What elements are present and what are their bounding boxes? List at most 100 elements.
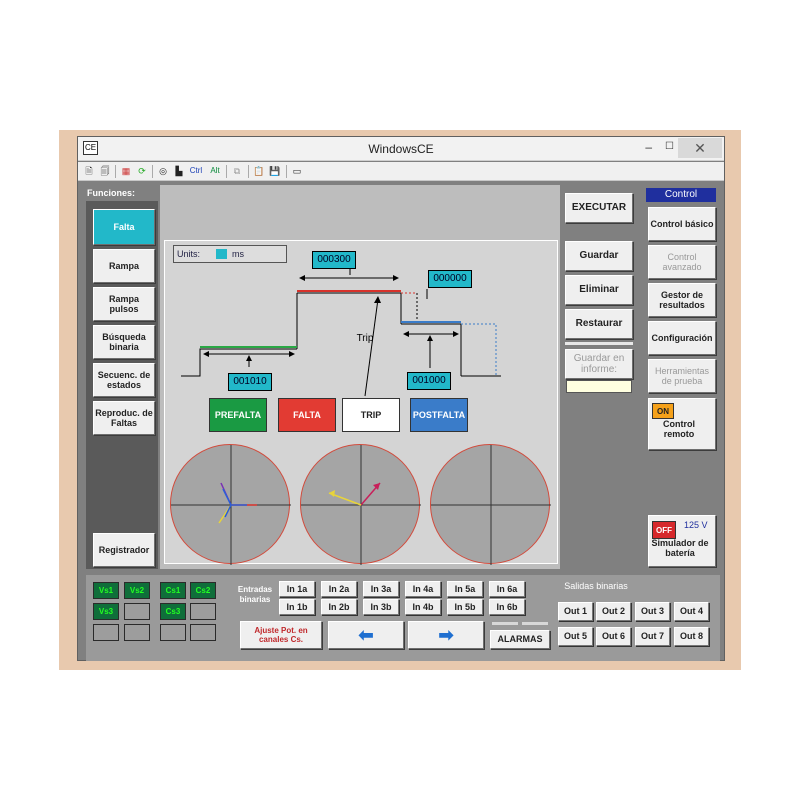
function-falta[interactable]: Falta [93,209,155,245]
battery-toggle[interactable]: OFF [652,521,676,539]
binary-output-2[interactable]: Out 2 [596,602,631,621]
alt-key-icon[interactable]: Alt [208,164,222,178]
toolbar-separator [226,165,227,178]
toolbar-separator [248,165,249,178]
ctrl-key-icon[interactable]: Ctrl [188,164,204,178]
led-empty [124,624,150,641]
toolbar: 🗎 🗐 ▦ ⟳ ◎ ▙ Ctrl Alt ⧉ 📋 💾 ▭ [78,162,724,181]
binary-output-7[interactable]: Out 7 [635,627,670,646]
binary-input-3b[interactable]: In 3b [363,599,399,615]
toolbar-separator [115,165,116,178]
function-busqueda-binaria[interactable]: Búsqueda binaria [93,325,155,359]
binary-output-8[interactable]: Out 8 [674,627,709,646]
led-empty [190,624,216,641]
paste-icon[interactable]: 📋 [252,164,266,178]
led-cs2: Cs2 [190,582,216,599]
led-empty [160,624,186,641]
phasor-prefault-vectors [171,445,291,565]
fault-sequence-diagram: Units: ms Trip 000300 000000 001010 0010… [164,240,558,565]
binary-input-4b[interactable]: In 4b [405,599,441,615]
maximize-button[interactable]: ☐ [665,141,674,152]
led-empty [124,603,150,620]
binary-inputs-label: Entradas binarias [237,585,273,604]
binary-input-2b[interactable]: In 2b [321,599,357,615]
binary-output-6[interactable]: Out 6 [596,627,631,646]
binary-input-1a[interactable]: In 1a [279,581,315,597]
binary-output-4[interactable]: Out 4 [674,602,709,621]
binary-input-5a[interactable]: In 5a [447,581,483,597]
record-icon[interactable]: ▙ [172,164,186,178]
battery-voltage: 125 V [684,520,708,530]
save-icon[interactable]: 💾 [268,164,282,178]
phasor-diagram-prefault [170,444,291,565]
phasor-fault-vectors [301,445,421,565]
phasor-diagram-fault [300,444,421,565]
app-window: CE WindowsCE – ☐ ✕ 🗎 🗐 ▦ ⟳ ◎ ▙ Ctrl Alt … [77,136,725,661]
binary-input-3a[interactable]: In 3a [363,581,399,597]
prefault-time-field[interactable]: 001010 [228,373,272,391]
led-vs1: Vs1 [93,582,119,599]
function-reproduccion-faltas[interactable]: Reproduc. de Faltas [93,401,155,435]
grid-icon[interactable]: ▦ [119,164,133,178]
led-vs3: Vs3 [93,603,119,620]
refresh-icon[interactable]: ⟳ [135,164,149,178]
binary-input-5b[interactable]: In 5b [447,599,483,615]
function-rampa-pulsos[interactable]: Rampa pulsos [93,287,155,321]
delete-button[interactable]: Eliminar [565,275,633,305]
binary-input-2a[interactable]: In 2a [321,581,357,597]
recorder-button[interactable]: Registrador [93,533,155,567]
alarms-button[interactable]: ALARMAS [490,630,550,649]
restore-button[interactable]: Restaurar [565,309,633,339]
binary-output-3[interactable]: Out 3 [635,602,670,621]
toolbar-separator [152,165,153,178]
led-cs1: Cs1 [160,582,186,599]
rectangle-icon[interactable]: ▭ [290,164,304,178]
save-to-report-button[interactable]: Guardar en informe: [565,349,633,379]
close-button[interactable]: ✕ [678,138,722,158]
window-title: WindowsCE [368,142,434,156]
trip-label-arrow [364,298,379,397]
toolbar-separator [286,165,287,178]
led-empty [93,624,119,641]
title-bar: CE WindowsCE – ☐ ✕ [78,137,724,161]
arrow-right-icon: ➡ [438,624,454,645]
minimize-button[interactable]: – [645,140,652,154]
binary-input-1b[interactable]: In 1b [279,599,315,615]
binary-output-1[interactable]: Out 1 [558,602,593,621]
state-trip-button[interactable]: TRIP [342,398,400,432]
open-document-icon[interactable]: 🗐 [98,164,112,178]
prefault-level-line [181,348,297,377]
report-name-field[interactable] [566,380,632,393]
execute-button[interactable]: EXECUTAR [565,193,633,223]
arrow-left-icon: ⬅ [358,624,374,645]
function-secuencia-estados[interactable]: Secuenc. de estados [93,363,155,397]
action-divider [565,342,633,345]
control-advanced-button[interactable]: Control avanzado [648,245,716,279]
next-arrow-button[interactable]: ➡ [408,621,484,649]
state-postfault-button[interactable]: POSTFALTA [410,398,468,432]
trip-time-field[interactable]: 000000 [428,270,472,288]
binary-input-6a[interactable]: In 6a [489,581,525,597]
adjust-power-button[interactable]: Ajuste Pot. en canales Cs. [240,621,322,649]
view-icon[interactable]: ◎ [156,164,170,178]
functions-header: Funciones: [87,188,136,198]
postfault-time-field[interactable]: 001000 [407,372,451,390]
state-fault-button[interactable]: FALTA [278,398,336,432]
binary-input-4a[interactable]: In 4a [405,581,441,597]
previous-arrow-button[interactable]: ⬅ [328,621,404,649]
remote-toggle[interactable]: ON [652,403,674,419]
led-cs3: Cs3 [160,603,186,620]
configuration-button[interactable]: Configuración [648,321,716,355]
fault-time-field[interactable]: 000300 [312,251,356,269]
save-button[interactable]: Guardar [565,241,633,271]
phasor-postfault-vectors [431,445,551,565]
binary-output-5[interactable]: Out 5 [558,627,593,646]
function-rampa[interactable]: Rampa [93,249,155,283]
copy-icon[interactable]: ⧉ [230,164,244,178]
new-document-icon[interactable]: 🗎 [82,164,96,178]
results-manager-button[interactable]: Gestor de resultados [648,283,716,317]
binary-input-6b[interactable]: In 6b [489,599,525,615]
state-prefault-button[interactable]: PREFALTA [209,398,267,432]
test-tools-button[interactable]: Herramientas de prueba [648,359,716,393]
control-basic-button[interactable]: Control básico [648,207,716,241]
